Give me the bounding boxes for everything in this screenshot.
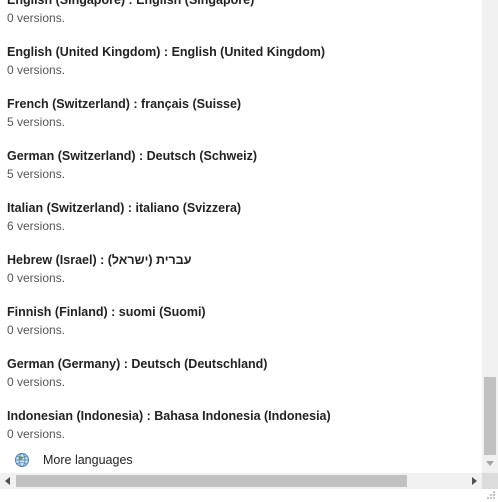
list-item[interactable]: Italian (Switzerland) : italiano (Svizze…	[7, 200, 477, 252]
language-name[interactable]: Finnish (Finland) : suomi (Suomi)	[7, 304, 477, 320]
list-item[interactable]: English (United Kingdom) : English (Unit…	[7, 44, 477, 96]
scroll-left-arrow-icon[interactable]	[5, 477, 10, 485]
language-list-panel: English (Singapore) : English (Singapore…	[0, 0, 482, 473]
scrollbar-corner	[482, 473, 498, 489]
list-item[interactable]: Hebrew (Israel) : עברית (ישראל) 0 versio…	[7, 252, 477, 304]
vertical-scrollbar[interactable]	[482, 0, 498, 473]
language-list: English (Singapore) : English (Singapore…	[7, 0, 477, 460]
more-languages-label[interactable]: More languages	[43, 453, 133, 467]
version-count: 0 versions.	[7, 11, 66, 25]
scroll-right-arrow-icon[interactable]	[472, 477, 477, 485]
language-name[interactable]: Hebrew (Israel) : עברית (ישראל)	[7, 252, 477, 268]
list-item[interactable]: Finnish (Finland) : suomi (Suomi) 0 vers…	[7, 304, 477, 356]
language-name[interactable]: Italian (Switzerland) : italiano (Svizze…	[7, 200, 477, 216]
version-count: 0 versions.	[7, 375, 66, 389]
scroll-down-arrow-icon[interactable]	[486, 461, 494, 466]
language-name[interactable]: German (Switzerland) : Deutsch (Schweiz)	[7, 148, 477, 164]
resize-grip-icon[interactable]	[486, 490, 496, 500]
version-count: 5 versions.	[7, 167, 66, 181]
horizontal-scroll-thumb[interactable]	[16, 475, 407, 487]
horizontal-scrollbar[interactable]	[0, 473, 482, 489]
list-item[interactable]: French (Switzerland) : français (Suisse)…	[7, 96, 477, 148]
version-count: 0 versions.	[7, 271, 66, 285]
status-strip	[0, 489, 498, 502]
version-count: 0 versions.	[7, 427, 66, 441]
version-count: 0 versions.	[7, 63, 66, 77]
version-count: 5 versions.	[7, 115, 66, 129]
list-item[interactable]: German (Switzerland) : Deutsch (Schweiz)…	[7, 148, 477, 200]
more-languages-link[interactable]: More languages	[14, 451, 133, 469]
list-item[interactable]: German (Germany) : Deutsch (Deutschland)…	[7, 356, 477, 408]
language-name[interactable]: English (Singapore) : English (Singapore…	[7, 0, 477, 8]
language-name[interactable]: German (Germany) : Deutsch (Deutschland)	[7, 356, 477, 372]
globe-icon	[15, 453, 29, 467]
version-count: 0 versions.	[7, 323, 66, 337]
language-name[interactable]: Indonesian (Indonesia) : Bahasa Indonesi…	[7, 408, 477, 424]
language-name[interactable]: French (Switzerland) : français (Suisse)	[7, 96, 477, 112]
language-name[interactable]: English (United Kingdom) : English (Unit…	[7, 44, 477, 60]
vertical-scroll-thumb[interactable]	[484, 377, 496, 455]
list-item[interactable]: English (Singapore) : English (Singapore…	[7, 0, 477, 44]
version-count: 6 versions.	[7, 219, 66, 233]
